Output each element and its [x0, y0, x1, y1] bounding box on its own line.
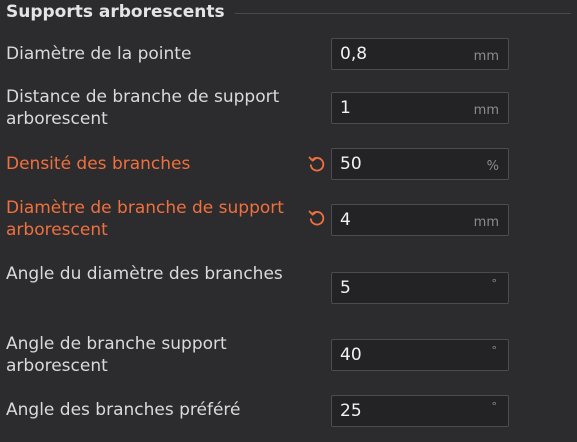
- setting-row-branch-density: Densité des branches %: [0, 146, 577, 182]
- undo-icon[interactable]: [308, 155, 326, 173]
- unit-label: °: [491, 344, 498, 357]
- preferred-branch-angle-input[interactable]: [340, 396, 460, 426]
- setting-row-branch-diameter: Diamètre de branche de support arboresce…: [0, 196, 577, 246]
- setting-row-preferred-branch-angle: Angle des branches préféré °: [0, 394, 577, 430]
- setting-label: Angle des branches préféré: [6, 400, 241, 420]
- setting-label: Diamètre de branche de support arboresce…: [6, 198, 284, 240]
- branch-diameter-input[interactable]: [340, 205, 460, 235]
- setting-label: Densité des branches: [6, 154, 191, 174]
- branch-diameter-angle-field[interactable]: °: [331, 272, 509, 304]
- unit-label: °: [491, 400, 498, 413]
- setting-label: Angle de branche support arborescent: [6, 334, 227, 376]
- unit-label: °: [491, 277, 498, 290]
- unit-label: mm: [473, 103, 499, 118]
- setting-label: Distance de branche de support arboresce…: [6, 87, 280, 129]
- setting-row-tip-diameter: Diamètre de la pointe mm: [0, 36, 577, 72]
- branch-density-field[interactable]: %: [331, 148, 509, 180]
- preferred-branch-angle-field[interactable]: °: [331, 395, 509, 427]
- branch-density-input[interactable]: [340, 149, 460, 179]
- undo-icon[interactable]: [308, 209, 326, 227]
- unit-label: mm: [473, 49, 499, 64]
- branch-distance-input[interactable]: [340, 93, 460, 123]
- unit-label: mm: [473, 215, 499, 230]
- section-title: Supports arborescents: [6, 2, 225, 22]
- setting-row-branch-angle: Angle de branche support arborescent °: [0, 332, 577, 382]
- setting-row-branch-diameter-angle: Angle du diamètre des branches °: [0, 262, 577, 312]
- settings-panel: Supports arborescents Diamètre de la poi…: [0, 0, 577, 442]
- branch-diameter-angle-input[interactable]: [340, 273, 460, 303]
- tip-diameter-input[interactable]: [340, 39, 460, 69]
- branch-diameter-field[interactable]: mm: [331, 204, 509, 236]
- tip-diameter-field[interactable]: mm: [331, 38, 509, 70]
- setting-label: Diamètre de la pointe: [6, 44, 192, 64]
- unit-label: %: [486, 159, 499, 174]
- branch-distance-field[interactable]: mm: [331, 92, 509, 124]
- branch-angle-field[interactable]: °: [331, 339, 509, 371]
- setting-label: Angle du diamètre des branches: [6, 264, 283, 284]
- branch-angle-input[interactable]: [340, 340, 460, 370]
- section-divider: [234, 12, 571, 14]
- section-header: Supports arborescents: [6, 0, 571, 24]
- setting-row-branch-distance: Distance de branche de support arboresce…: [0, 84, 577, 134]
